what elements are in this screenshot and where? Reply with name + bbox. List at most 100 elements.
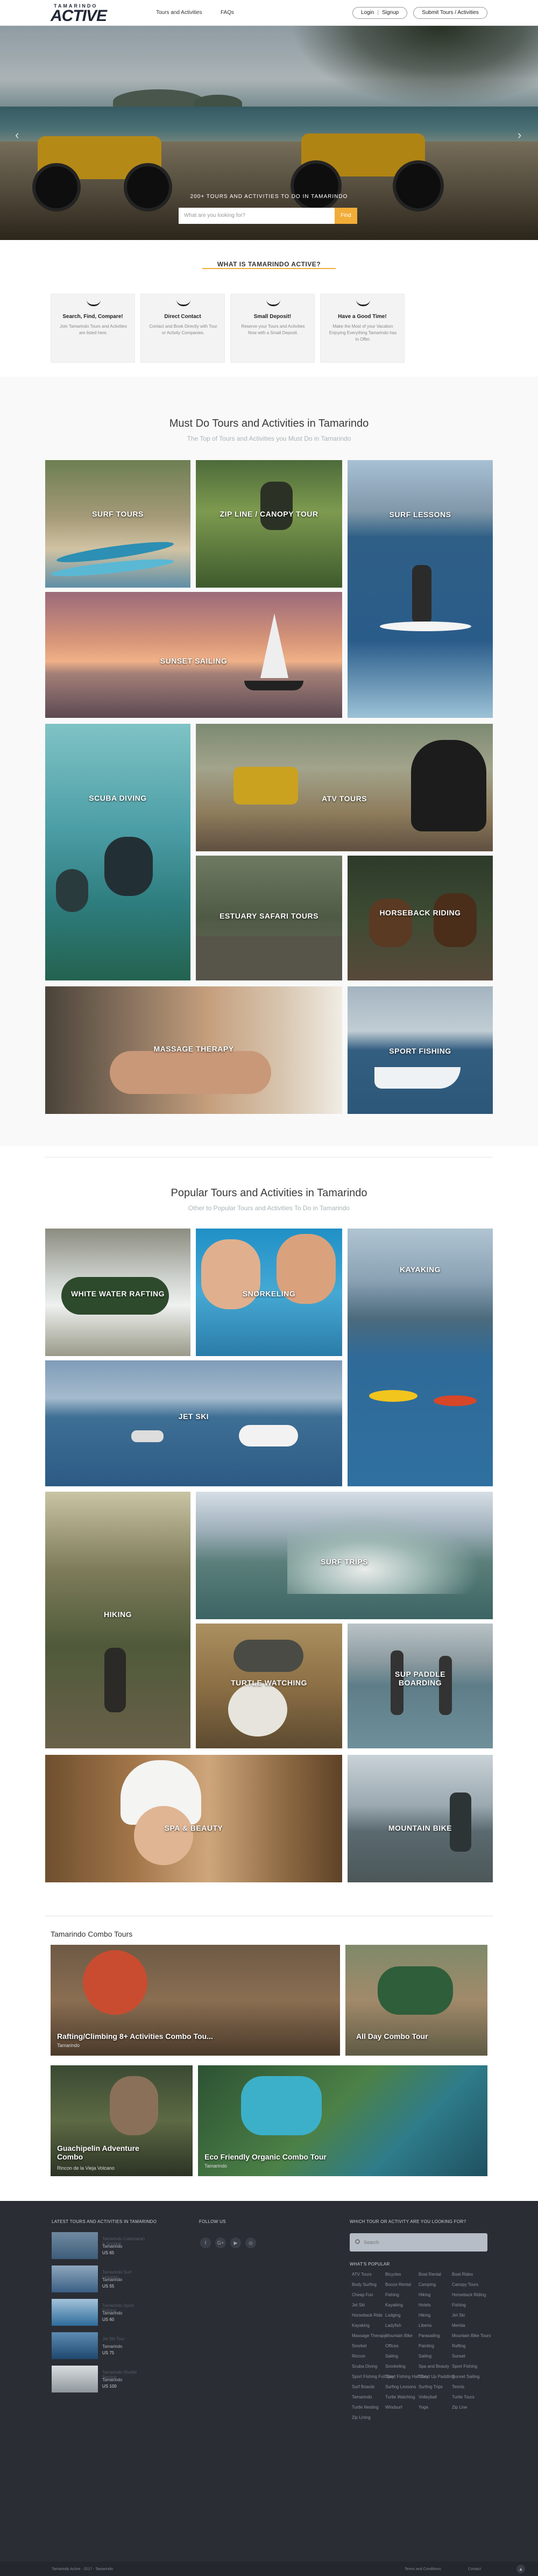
signup-link[interactable]: Signup <box>382 8 399 18</box>
popular-tag[interactable]: Merida <box>452 2323 465 2328</box>
popular-tag[interactable]: Turtle Nesting <box>352 2405 379 2410</box>
tile-kayaking[interactable]: KAYAKING <box>348 1229 493 1486</box>
popular-tag[interactable]: Body Surfing <box>352 2282 377 2287</box>
tile-jet-ski[interactable]: JET SKI <box>45 1360 342 1486</box>
popular-tag[interactable]: Windsurf <box>385 2405 402 2410</box>
popular-tag[interactable]: Surf Boards <box>352 2384 374 2389</box>
popular-tag[interactable]: Ladyfish <box>385 2323 401 2328</box>
popular-tag[interactable]: Scuba Diving <box>352 2364 377 2369</box>
tile-surf-tours[interactable]: SURF TOURS <box>45 460 190 588</box>
tile-surf-lessons[interactable]: SURF LESSONS <box>348 460 493 718</box>
popular-tag[interactable]: Camping <box>419 2282 436 2287</box>
tile-atv-tours[interactable]: ATV TOURS <box>196 724 493 851</box>
popular-tag[interactable]: Turtle Watching <box>385 2395 415 2399</box>
popular-tag[interactable]: Surfing Lessons <box>385 2384 416 2389</box>
combo-card[interactable]: Guachipelin Adventure Combo Rincon de la… <box>51 2065 193 2176</box>
facebook-icon[interactable]: f <box>200 2238 211 2248</box>
submit-tours-button[interactable]: Submit Tours / Activities <box>413 7 487 19</box>
popular-tag[interactable]: Zip Lining <box>352 2415 371 2420</box>
tile-turtle-watching[interactable]: TURTLE WATCHING <box>196 1624 342 1748</box>
popular-tag[interactable]: Fishing <box>452 2303 466 2307</box>
popular-tag[interactable]: Stand Up Paddling <box>419 2374 455 2379</box>
hero-search-button[interactable]: Find <box>335 208 357 224</box>
latest-post[interactable]: Tamarindo Catamaran & Snorkel Tamarindo … <box>52 2232 148 2259</box>
latest-post[interactable]: Jet Ski Tour Tamarindo US 75 <box>52 2332 148 2359</box>
popular-tag[interactable]: Snorkeling <box>385 2364 406 2369</box>
popular-tag[interactable]: Rafting <box>452 2344 465 2348</box>
terms-link[interactable]: Terms and Conditions <box>405 2567 441 2571</box>
popular-tag[interactable]: Booze Rental <box>385 2282 411 2287</box>
tile-horseback-riding[interactable]: HORSEBACK RIDING <box>348 856 493 980</box>
combo-card[interactable]: Eco Friendly Organic Combo Tour Tamarind… <box>198 2065 487 2176</box>
popular-tag[interactable]: Sport Fishing <box>452 2364 477 2369</box>
login-signup-button[interactable]: Login | Signup <box>352 7 407 19</box>
tile-estuary-safari[interactable]: ESTUARY SAFARI TOURS <box>196 856 342 980</box>
nav-tours[interactable]: Tours and Activities <box>156 10 202 16</box>
popular-tag[interactable]: Spa and Beauty <box>419 2364 449 2369</box>
latest-post[interactable]: Tamarindo Sport Fishing Tamarindo US 60 <box>52 2299 148 2326</box>
popular-tag[interactable]: Tamarindo <box>352 2395 372 2399</box>
tile-hiking[interactable]: HIKING <box>45 1492 190 1748</box>
tile-mountain-bike[interactable]: MOUNTAIN BIKE <box>348 1755 493 1882</box>
combo-card[interactable]: All Day Combo Tour <box>345 1945 487 2056</box>
popular-tag[interactable]: Painting <box>419 2344 434 2348</box>
tile-snorkeling[interactable]: SNORKELING <box>196 1229 342 1356</box>
combo-card[interactable]: Rafting/Climbing 8+ Activities Combo Tou… <box>51 1945 340 2056</box>
tile-spa-beauty[interactable]: SPA & BEAUTY <box>45 1755 342 1882</box>
contact-link[interactable]: Contact <box>468 2567 481 2571</box>
popular-tag[interactable]: Snorkel <box>352 2344 366 2348</box>
popular-tag[interactable]: Hiking <box>419 2313 430 2318</box>
tile-massage-therapy[interactable]: MASSAGE THERAPY <box>45 986 342 1114</box>
popular-tag[interactable]: Fishing <box>385 2292 399 2297</box>
popular-tag[interactable]: Parasailing <box>419 2333 440 2338</box>
popular-tag[interactable]: Volleyball <box>419 2395 437 2399</box>
popular-tag[interactable]: Hotels <box>419 2303 431 2307</box>
popular-tag[interactable]: Jet Ski <box>452 2313 465 2318</box>
popular-tag[interactable]: Sunset <box>452 2354 465 2359</box>
tile-sport-fishing[interactable]: SPORT FISHING <box>348 986 493 1114</box>
popular-tag[interactable]: ATV Tours <box>352 2272 372 2277</box>
post-title[interactable]: Jet Ski Tour <box>102 2337 125 2341</box>
tile-scuba-diving[interactable]: SCUBA DIVING <box>45 724 190 980</box>
popular-tag[interactable]: Sailing <box>419 2354 431 2359</box>
popular-tag[interactable]: Sailing <box>385 2354 398 2359</box>
footer-search-input[interactable]: Search <box>350 2233 487 2252</box>
popular-tag[interactable]: Rincon <box>352 2354 365 2359</box>
popular-tag[interactable]: Offices <box>385 2344 399 2348</box>
popular-tag[interactable]: Canopy Tours <box>452 2282 478 2287</box>
popular-tag[interactable]: Zip Line <box>452 2405 467 2410</box>
site-logo[interactable]: TAMARINDO ACTIVE <box>51 2 126 25</box>
popular-tag[interactable]: Cheap Fun <box>352 2292 373 2297</box>
scroll-top-icon[interactable]: ▲ <box>516 2565 525 2573</box>
popular-tag[interactable]: Jet Ski <box>352 2303 365 2307</box>
login-link[interactable]: Login <box>361 8 374 18</box>
popular-tag[interactable]: Liberia <box>419 2323 431 2328</box>
popular-tag[interactable]: Kayaking <box>352 2323 370 2328</box>
nav-faqs[interactable]: FAQs <box>221 10 234 16</box>
popular-tag[interactable]: Boat Rental <box>419 2272 441 2277</box>
popular-tag[interactable]: Mountain Bike <box>385 2333 413 2338</box>
popular-tag[interactable]: Hiking <box>419 2292 430 2297</box>
tile-sup-paddle-boarding[interactable]: SUP PADDLE BOARDING <box>348 1624 493 1748</box>
popular-tag[interactable]: Horseback Ride <box>352 2313 383 2318</box>
tile-sunset-sailing[interactable]: SUNSET SAILING <box>45 592 342 718</box>
popular-tag[interactable]: Lodging <box>385 2313 400 2318</box>
popular-tag[interactable]: Turtle Tours <box>452 2395 475 2399</box>
latest-post[interactable]: Tamarindo Shuttle Service Tamarindo US 1… <box>52 2366 148 2392</box>
popular-tag[interactable]: Boat Rides <box>452 2272 473 2277</box>
tile-surf-trips[interactable]: SURF TRIPS <box>196 1492 493 1619</box>
tile-white-water-rafting[interactable]: WHITE WATER RAFTING <box>45 1229 190 1356</box>
popular-tag[interactable]: Horseback Riding <box>452 2292 486 2297</box>
popular-tag[interactable]: Yoga <box>419 2405 428 2410</box>
hero-prev-icon[interactable]: ‹ <box>15 128 19 142</box>
popular-tag[interactable]: Mountain Bike Tours <box>452 2333 491 2338</box>
popular-tag[interactable]: Sunset Sailing <box>452 2374 479 2379</box>
popular-tag[interactable]: Massage Therapy <box>352 2333 386 2338</box>
popular-tag[interactable]: Surfing Trips <box>419 2384 443 2389</box>
popular-tag[interactable]: Tennis <box>452 2384 464 2389</box>
instagram-icon[interactable]: ◎ <box>245 2238 256 2248</box>
youtube-icon[interactable]: ▶ <box>230 2238 241 2248</box>
hero-next-icon[interactable]: › <box>518 128 521 142</box>
tile-zip-line[interactable]: ZIP LINE / CANOPY TOUR <box>196 460 342 588</box>
latest-post[interactable]: Tamarindo Surf Lessons Tamarindo US 55 <box>52 2266 148 2292</box>
